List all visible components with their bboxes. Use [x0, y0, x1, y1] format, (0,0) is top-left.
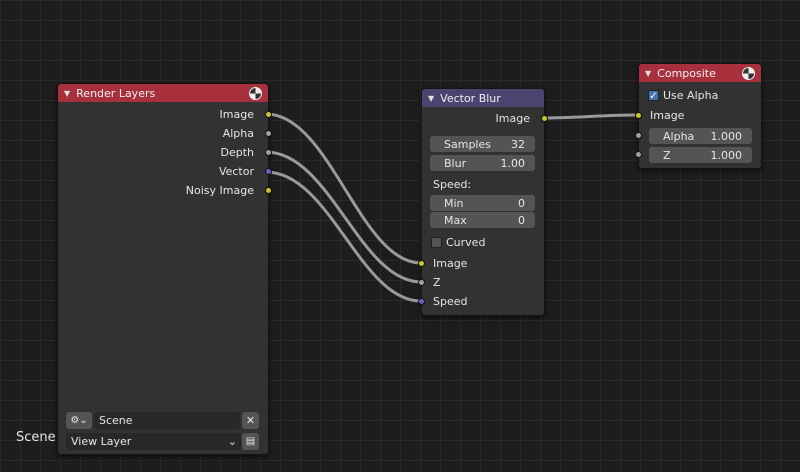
composite-header[interactable]: ▼ Composite [639, 64, 761, 82]
max-field[interactable]: Max 0 [430, 212, 535, 228]
min-value: 0 [518, 196, 525, 210]
node-title: Composite [657, 66, 716, 80]
vector-blur-header[interactable]: ▼ Vector Blur [422, 89, 544, 107]
z-label: Z [663, 148, 671, 162]
link-image-to-image [265, 112, 422, 265]
collapse-arrow-icon[interactable]: ▼ [428, 94, 434, 103]
collapse-arrow-icon[interactable]: ▼ [64, 89, 70, 98]
use-alpha-checkbox[interactable]: ✓ [648, 89, 659, 102]
output-vector-socket[interactable] [265, 168, 272, 175]
output-image: Image [495, 112, 530, 125]
samples-field[interactable]: Samples 32 [430, 136, 535, 152]
input-speed: Speed [433, 295, 468, 308]
input-image: Image [650, 109, 685, 122]
output-noisy-image: Noisy Image [185, 184, 254, 197]
chevron-down-icon: ⌄ [227, 435, 237, 448]
curved-checkbox-row[interactable]: Curved [431, 234, 485, 250]
alpha-value: 1.000 [710, 129, 743, 143]
folder-icon: ▤ [245, 436, 256, 447]
min-label: Min [444, 196, 464, 210]
output-noisy-image-socket[interactable] [265, 187, 272, 194]
input-z: Z [433, 276, 441, 289]
input-speed-socket[interactable] [418, 298, 425, 305]
input-image: Image [433, 257, 468, 270]
z-value: 1.000 [710, 148, 743, 162]
input-z-socket[interactable] [418, 279, 425, 286]
z-field[interactable]: Z 1.000 [649, 147, 752, 163]
editor-scene-label: Scene [16, 430, 56, 445]
scene-icon: ⚙⌄ [70, 415, 88, 426]
scene-browse-button[interactable]: ⚙⌄ [66, 412, 92, 429]
output-image-socket[interactable] [265, 111, 272, 118]
link-vector-to-speed [265, 170, 422, 303]
output-vector: Vector [218, 165, 254, 178]
use-alpha-label: Use Alpha [663, 88, 719, 102]
composite-node[interactable]: ▼ Composite ✓ Use Alpha Image Alpha 1.00… [635, 63, 762, 169]
render-icon [249, 86, 262, 100]
render-layers-header[interactable]: ▼ Render Layers [58, 84, 268, 102]
samples-label: Samples [444, 137, 491, 151]
output-image: Image [219, 108, 254, 121]
view-layer-value: View Layer [71, 435, 132, 448]
max-label: Max [444, 213, 467, 227]
blur-label: Blur [444, 156, 467, 170]
input-z-socket[interactable] [635, 151, 642, 158]
link-blur-to-composite [542, 113, 639, 120]
speed-label: Speed: [433, 178, 472, 191]
scene-clear-button[interactable]: ✕ [242, 412, 259, 429]
samples-value: 32 [511, 137, 525, 151]
output-depth-socket[interactable] [265, 149, 272, 156]
view-layer-dropdown[interactable]: View Layer ⌄ [66, 433, 241, 450]
node-title: Render Layers [76, 86, 156, 100]
view-layer-browse-button[interactable]: ▤ [242, 433, 259, 450]
output-depth: Depth [220, 146, 254, 159]
scene-field[interactable]: Scene [94, 412, 240, 429]
input-image-socket[interactable] [418, 260, 425, 267]
curved-label: Curved [446, 235, 486, 249]
link-depth-to-z [265, 150, 422, 284]
blur-value: 1.00 [500, 156, 526, 170]
curved-checkbox[interactable] [431, 236, 442, 248]
close-icon: ✕ [245, 414, 256, 427]
render-layers-node[interactable]: ▼ Render Layers Image Alpha Depth Vector… [57, 83, 272, 455]
output-alpha-socket[interactable] [265, 130, 272, 137]
use-alpha-checkbox-row[interactable]: ✓ Use Alpha [648, 87, 718, 103]
scene-field-value: Scene [99, 414, 133, 427]
output-image-socket[interactable] [541, 115, 548, 122]
blur-field[interactable]: Blur 1.00 [430, 155, 535, 171]
collapse-arrow-icon[interactable]: ▼ [645, 69, 651, 78]
min-field[interactable]: Min 0 [430, 195, 535, 211]
output-alpha: Alpha [222, 127, 254, 140]
alpha-field[interactable]: Alpha 1.000 [649, 128, 752, 144]
alpha-label: Alpha [663, 129, 695, 143]
max-value: 0 [518, 213, 525, 227]
input-image-socket[interactable] [635, 112, 642, 119]
vector-blur-node[interactable]: ▼ Vector Blur Image Samples 32 Blur 1.00… [418, 88, 548, 316]
input-alpha-socket[interactable] [635, 132, 642, 139]
node-title: Vector Blur [440, 91, 501, 105]
render-icon [742, 66, 755, 80]
